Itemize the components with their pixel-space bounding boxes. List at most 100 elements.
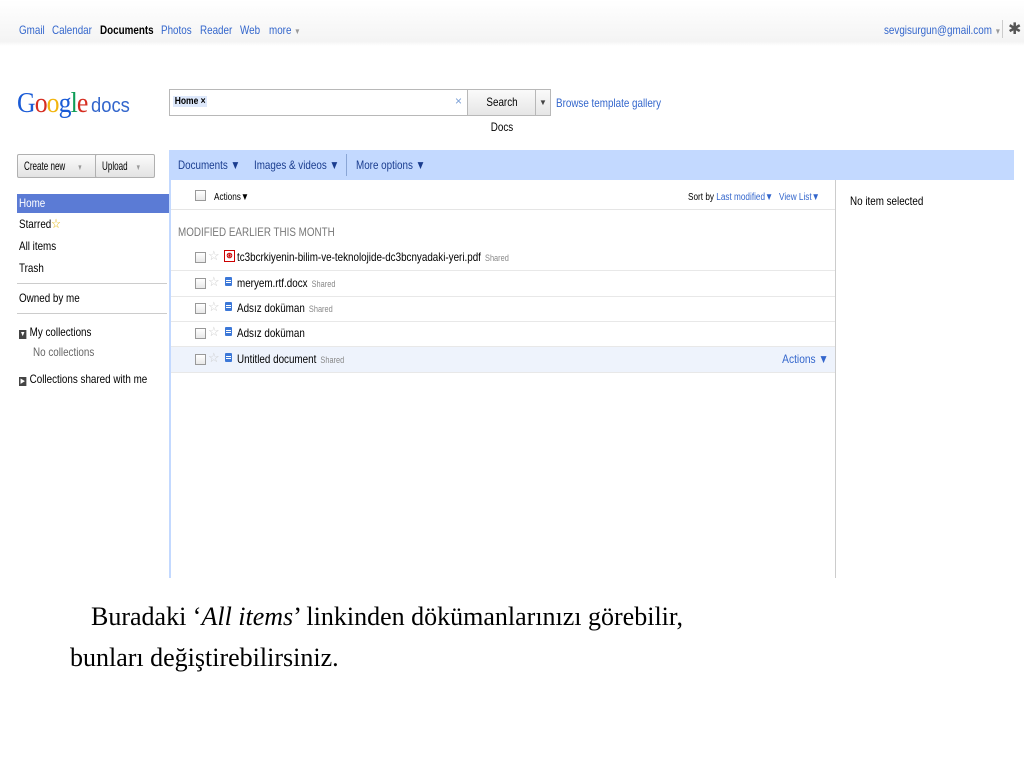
chevron-down-icon: ▼: [294, 27, 301, 36]
upload-button[interactable]: Upload ▼: [95, 154, 155, 178]
nav-link-gmail[interactable]: Gmail: [19, 23, 45, 37]
star-icon: ☆: [51, 216, 61, 231]
shared-label: Shared: [308, 304, 333, 314]
chevron-down-icon: ▼: [994, 27, 1002, 36]
caption-line-1: Buradaki ‘All items’ linkinden dökümanla…: [70, 596, 970, 637]
content-left-border: [169, 180, 171, 578]
nav-link-calendar[interactable]: Calendar: [52, 23, 92, 37]
row-name: Adsız doküman: [237, 326, 305, 340]
caption-pre: Buradaki ‘: [91, 602, 202, 631]
sidebar-item-my-collections[interactable]: ▼ My collections: [19, 325, 91, 339]
sort-control[interactable]: Sort by Last modified▼: [688, 192, 773, 203]
document-title[interactable]: Adsız doküman: [237, 326, 305, 340]
more-options-menu[interactable]: More options ▼: [356, 158, 425, 172]
chevron-down-icon: ▼: [77, 163, 83, 172]
select-all-checkbox[interactable]: [195, 190, 206, 201]
nav-link-documents[interactable]: Documents: [100, 23, 154, 37]
search-filter-chip-home[interactable]: Home ×: [173, 96, 208, 107]
my-collections-label: My collections: [29, 325, 92, 339]
sidebar-divider: [17, 283, 167, 284]
row-checkbox[interactable]: [195, 328, 206, 339]
table-row[interactable]: ☆ ⊛ tc3bcrkiyenin-bilim-ve-teknolojide-d…: [171, 245, 835, 271]
header-divider: [171, 209, 835, 210]
star-icon[interactable]: ☆: [208, 299, 220, 315]
details-empty-state: No item selected: [850, 194, 924, 208]
sidebar-item-trash[interactable]: Trash: [19, 261, 44, 275]
document-title[interactable]: tc3bcrkiyenin-bilim-ve-teknolojide-dc3bc…: [237, 250, 509, 264]
row-checkbox[interactable]: [195, 303, 206, 314]
actions-menu[interactable]: Actions▼: [214, 192, 249, 203]
row-name: tc3bcrkiyenin-bilim-ve-teknolojide-dc3bc…: [237, 250, 481, 264]
view-menu[interactable]: View List▼: [779, 192, 820, 203]
row-checkbox[interactable]: [195, 354, 206, 365]
collapse-icon[interactable]: ▼: [19, 330, 27, 339]
document-file-icon: [225, 302, 232, 311]
gear-icon[interactable]: ✱: [1008, 19, 1021, 39]
row-name: Adsız doküman: [237, 301, 305, 315]
star-icon[interactable]: ☆: [208, 274, 220, 290]
sidebar-item-all-items[interactable]: All items: [19, 239, 56, 253]
slide-caption: Buradaki ‘All items’ linkinden dökümanla…: [70, 596, 970, 678]
browse-template-gallery-link[interactable]: Browse template gallery: [556, 96, 661, 110]
nav-link-photos[interactable]: Photos: [161, 23, 192, 37]
divider: [1002, 20, 1003, 38]
row-checkbox[interactable]: [195, 252, 206, 263]
shared-label: Shared: [320, 355, 345, 365]
section-heading: MODIFIED EARLIER THIS MONTH: [178, 225, 335, 239]
sidebar-divider: [17, 313, 167, 314]
caption-emphasis: All items: [201, 602, 294, 631]
nav-link-web[interactable]: Web: [240, 23, 260, 37]
sidebar-item-starred[interactable]: Starred☆: [19, 216, 61, 232]
star-icon[interactable]: ☆: [208, 248, 220, 264]
table-row-hovered[interactable]: ☆ Untitled document Shared Actions ▼: [171, 347, 835, 373]
upload-label: Upload: [102, 159, 128, 173]
document-file-icon: [225, 353, 232, 362]
more-label: more: [269, 23, 292, 37]
search-input[interactable]: [169, 89, 468, 116]
documents-filter-menu[interactable]: Documents ▼: [178, 158, 240, 172]
collections-shared-label: Collections shared with me: [29, 372, 148, 386]
pdf-file-icon: ⊛: [224, 250, 235, 262]
document-title[interactable]: Untitled document Shared: [237, 352, 344, 366]
sidebar-item-owned-by-me[interactable]: Owned by me: [19, 291, 80, 305]
caption-post: ’ linkinden dökümanlarınızı görebilir,: [293, 602, 684, 631]
star-icon[interactable]: ☆: [208, 324, 220, 340]
clear-search-icon[interactable]: ×: [455, 94, 462, 108]
table-row[interactable]: ☆ Adsız doküman: [171, 321, 835, 347]
account-email: sevgisurgun@gmail.com: [884, 23, 992, 37]
star-icon[interactable]: ☆: [208, 350, 220, 366]
create-new-label: Create new: [24, 159, 66, 173]
sidebar-item-home[interactable]: Home: [19, 196, 45, 210]
top-navigation-bar: Gmail Calendar Documents Photos Reader W…: [0, 0, 1024, 46]
chevron-down-icon: ▼: [135, 163, 142, 172]
sidebar-item-collections-shared[interactable]: ▶ Collections shared with me: [19, 372, 147, 386]
table-row[interactable]: ☆ Adsız doküman Shared: [171, 296, 835, 322]
google-docs-logo[interactable]: Google docs: [17, 88, 130, 120]
starred-label: Starred: [19, 217, 52, 231]
document-file-icon: [225, 277, 232, 286]
images-videos-filter-menu[interactable]: Images & videos ▼: [254, 158, 339, 172]
nav-link-more[interactable]: more ▼: [269, 23, 301, 37]
document-file-icon: [225, 327, 232, 336]
search-docs-button[interactable]: Search Docs: [467, 89, 537, 134]
nav-link-reader[interactable]: Reader: [200, 23, 232, 37]
logo-docs: docs: [91, 95, 130, 117]
row-name: meryem.rtf.docx: [237, 276, 308, 290]
expand-icon[interactable]: ▶: [19, 377, 27, 386]
account-menu[interactable]: sevgisurgun@gmail.com ▼: [884, 23, 1001, 37]
search-options-dropdown[interactable]: ▼: [535, 89, 551, 116]
sort-prefix: Sort by: [688, 192, 714, 203]
sort-value: Last modified▼: [716, 192, 774, 203]
no-collections-text: No collections: [33, 345, 95, 359]
table-row[interactable]: ☆ meryem.rtf.docx Shared: [171, 271, 835, 297]
search-docs-label: Search Docs: [486, 95, 518, 134]
row-checkbox[interactable]: [195, 278, 206, 289]
document-title[interactable]: Adsız doküman Shared: [237, 301, 333, 315]
shared-label: Shared: [311, 279, 336, 289]
logo-google: Google: [17, 88, 88, 119]
document-title[interactable]: meryem.rtf.docx Shared: [237, 276, 335, 290]
toolbar-divider: [346, 154, 347, 176]
caption-line-2: bunları değiştirebilirsiniz.: [70, 643, 339, 672]
row-actions-menu[interactable]: Actions ▼: [783, 352, 829, 366]
create-new-button[interactable]: Create new ▼: [17, 154, 107, 178]
